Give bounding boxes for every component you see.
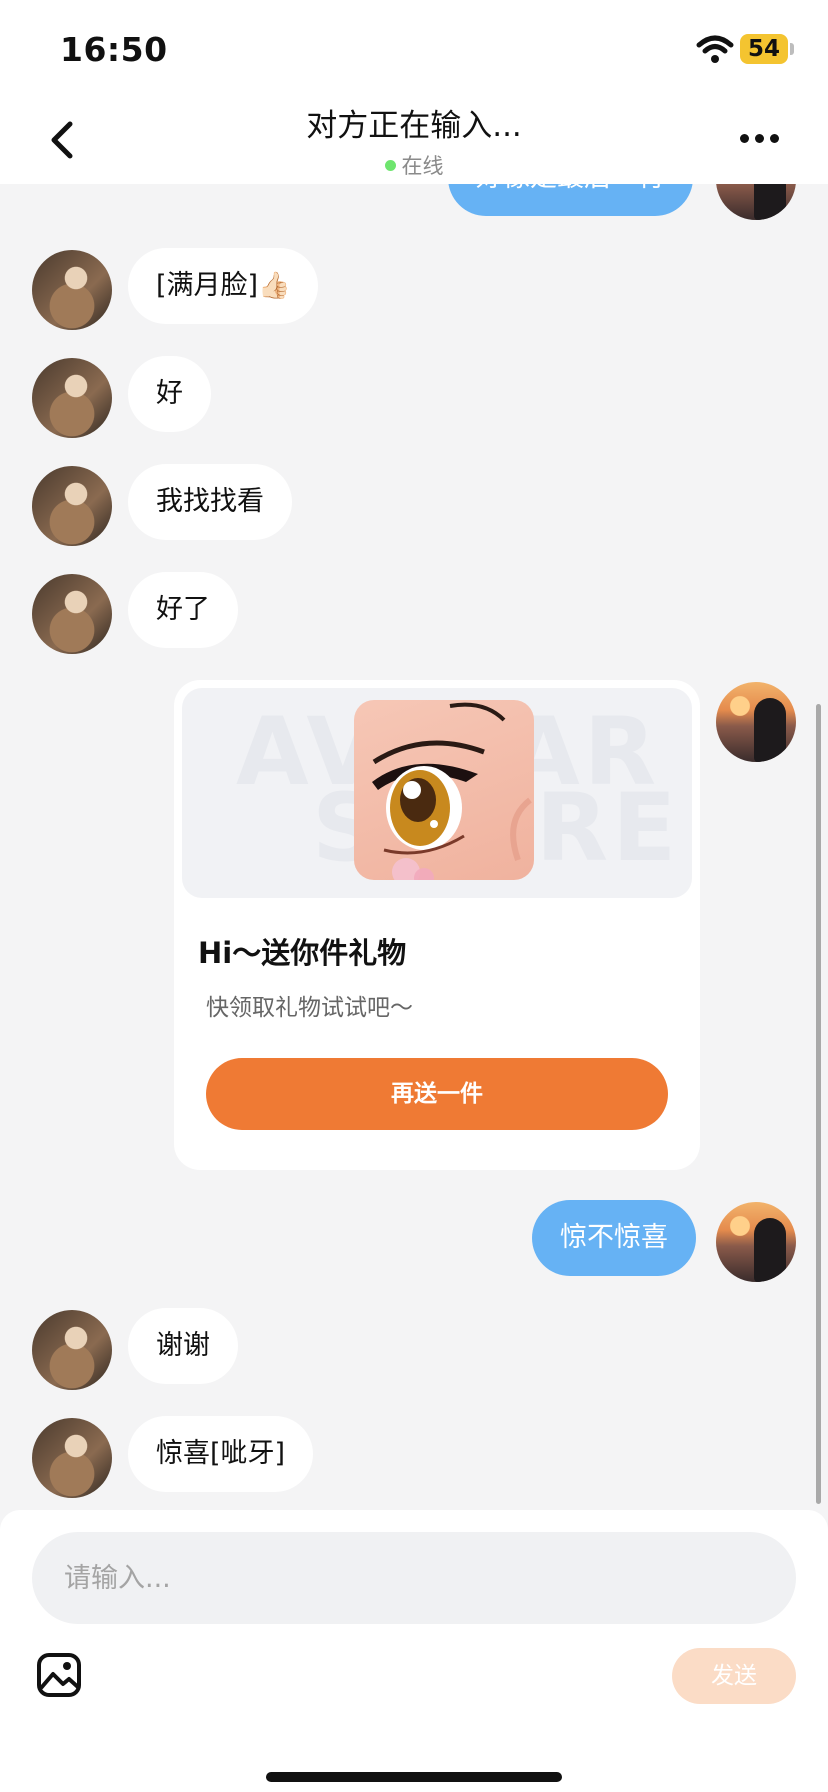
navigation-header: 16:50 54 对方正在输入... 在线 [0, 0, 828, 184]
battery-tip [790, 43, 794, 55]
page-title: 对方正在输入... [306, 108, 522, 144]
anime-eye-image [354, 700, 534, 880]
message-bubble-incoming[interactable]: [满月脸]👍🏻 [128, 248, 319, 324]
contact-avatar[interactable] [32, 1310, 112, 1390]
contact-avatar[interactable] [32, 358, 112, 438]
chat-message-list[interactable]: 好像是最后一行 [满月脸]👍🏻 好 我找找看 好了 AVATAR STORE [0, 0, 828, 1510]
contact-avatar[interactable] [32, 1418, 112, 1498]
gift-card[interactable]: AVATAR STORE Hi～送你件礼物 [174, 680, 700, 1170]
wifi-icon [696, 35, 734, 63]
online-dot-icon [384, 159, 396, 171]
message-bubble-incoming[interactable]: 我找找看 [128, 464, 292, 540]
my-avatar[interactable] [716, 1202, 796, 1282]
gift-card-subtitle: 快领取礼物试试吧～ [206, 995, 413, 1021]
contact-avatar[interactable] [32, 466, 112, 546]
message-bubble-incoming[interactable]: 谢谢 [128, 1308, 238, 1384]
message-text: [满月脸] [156, 270, 259, 301]
gift-image: AVATAR STORE [182, 688, 692, 898]
thumbs-up-emoji: 👍🏻 [258, 271, 291, 301]
message-bubble-outgoing[interactable]: 惊不惊喜 [532, 1200, 696, 1276]
message-bubble-incoming[interactable]: 好了 [128, 572, 238, 648]
send-another-gift-button[interactable]: 再送一件 [206, 1058, 668, 1130]
contact-avatar[interactable] [32, 574, 112, 654]
more-dots-icon[interactable] [740, 134, 780, 146]
message-bubble-incoming[interactable]: 惊喜[呲牙] [128, 1416, 314, 1492]
message-composer: 发送 [0, 1510, 828, 1792]
scrollbar[interactable] [816, 704, 821, 1504]
status-time: 16:50 [60, 30, 168, 69]
home-indicator [266, 1772, 562, 1782]
message-bubble-incoming[interactable]: 好 [128, 356, 211, 432]
image-icon[interactable] [36, 1652, 82, 1698]
online-status-label: 在线 [401, 154, 444, 178]
my-avatar[interactable] [716, 682, 796, 762]
gift-card-title: Hi～送你件礼物 [198, 936, 407, 970]
battery-level: 54 [740, 34, 788, 64]
message-input[interactable] [32, 1532, 796, 1624]
contact-avatar[interactable] [32, 250, 112, 330]
online-status: 在线 [0, 150, 828, 180]
send-button[interactable]: 发送 [672, 1648, 796, 1704]
